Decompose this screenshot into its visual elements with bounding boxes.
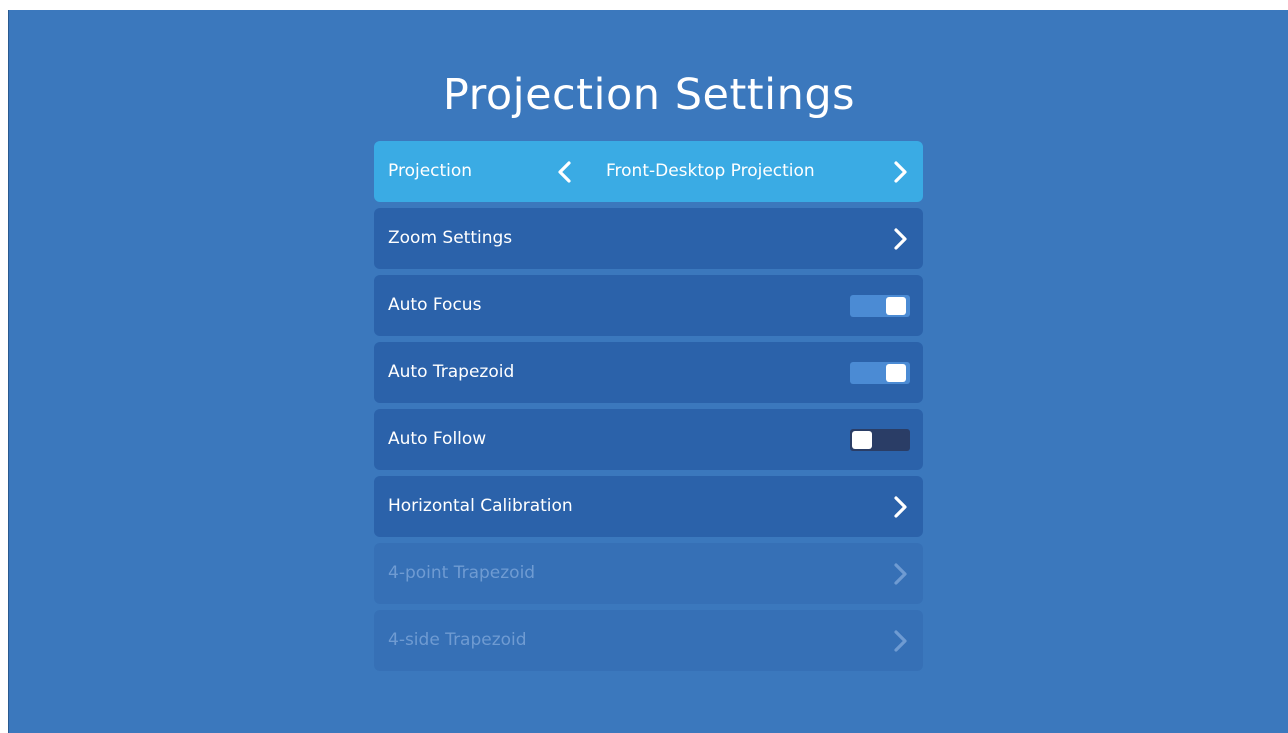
page-title: Projection Settings [442, 70, 856, 120]
projection-label: Projection [388, 161, 473, 181]
auto-follow-row[interactable]: Auto Follow [374, 409, 923, 470]
auto-trapezoid-label: Auto Trapezoid [388, 362, 515, 382]
toggle-knob [852, 431, 872, 449]
auto-focus-row[interactable]: Auto Focus [374, 275, 923, 336]
settings-menu: Projection Front-Desktop Projection Zoom… [374, 141, 923, 677]
auto-focus-label: Auto Focus [388, 295, 482, 315]
projection-value: Front-Desktop Projection [606, 161, 815, 181]
auto-focus-toggle[interactable] [850, 295, 910, 317]
projection-settings-screen: Projection Settings Projection Front-Des… [8, 10, 1288, 733]
auto-trapezoid-row[interactable]: Auto Trapezoid [374, 342, 923, 403]
chevron-right-icon [889, 562, 911, 586]
chevron-right-icon [889, 495, 911, 519]
auto-follow-label: Auto Follow [388, 429, 487, 449]
zoom-settings-label: Zoom Settings [388, 228, 513, 248]
chevron-right-icon [889, 629, 911, 653]
toggle-knob [886, 297, 906, 315]
four-side-trapezoid-label: 4-side Trapezoid [388, 630, 527, 650]
chevron-right-icon [889, 227, 911, 251]
four-point-trapezoid-row: 4-point Trapezoid [374, 543, 923, 604]
auto-follow-toggle[interactable] [850, 429, 910, 451]
chevron-left-icon[interactable] [554, 160, 576, 184]
toggle-knob [886, 364, 906, 382]
horizontal-calibration-row[interactable]: Horizontal Calibration [374, 476, 923, 537]
four-side-trapezoid-row: 4-side Trapezoid [374, 610, 923, 671]
horizontal-calibration-label: Horizontal Calibration [388, 496, 573, 516]
chevron-right-icon[interactable] [889, 160, 911, 184]
four-point-trapezoid-label: 4-point Trapezoid [388, 563, 536, 583]
auto-trapezoid-toggle[interactable] [850, 362, 910, 384]
projection-row[interactable]: Projection Front-Desktop Projection [374, 141, 923, 202]
zoom-settings-row[interactable]: Zoom Settings [374, 208, 923, 269]
